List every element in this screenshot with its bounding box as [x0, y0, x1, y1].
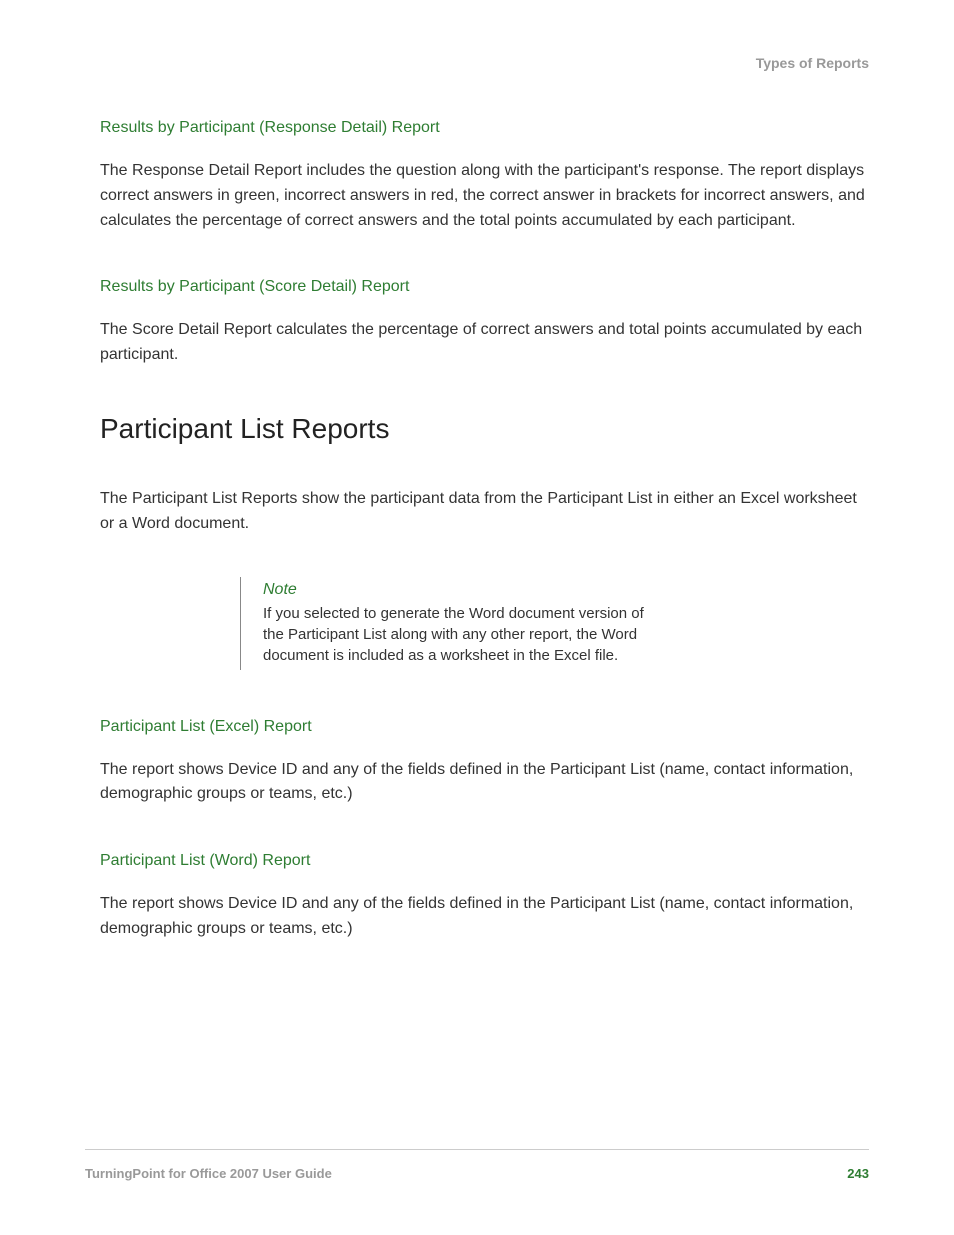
word-report-body: The report shows Device ID and any of th… [100, 892, 869, 942]
page-footer: TurningPoint for Office 2007 User Guide … [85, 1149, 869, 1181]
excel-report-heading: Participant List (Excel) Report [100, 718, 869, 736]
score-detail-body: The Score Detail Report calculates the p… [100, 318, 869, 368]
excel-report-body: The report shows Device ID and any of th… [100, 758, 869, 808]
note-label: Note [263, 581, 660, 599]
score-detail-heading: Results by Participant (Score Detail) Re… [100, 278, 869, 296]
note-callout: Note If you selected to generate the Wor… [240, 577, 660, 670]
word-report-heading: Participant List (Word) Report [100, 852, 869, 870]
participant-list-intro: The Participant List Reports show the pa… [100, 487, 869, 537]
response-detail-body: The Response Detail Report includes the … [100, 159, 869, 233]
note-text: If you selected to generate the Word doc… [263, 603, 660, 666]
response-detail-heading: Results by Participant (Response Detail)… [100, 119, 869, 137]
footer-page-number: 243 [847, 1166, 869, 1181]
footer-guide-name: TurningPoint for Office 2007 User Guide [85, 1166, 332, 1181]
page-content: Types of Reports Results by Participant … [0, 0, 954, 942]
participant-list-section-title: Participant List Reports [100, 413, 869, 445]
header-breadcrumb: Types of Reports [100, 55, 869, 71]
